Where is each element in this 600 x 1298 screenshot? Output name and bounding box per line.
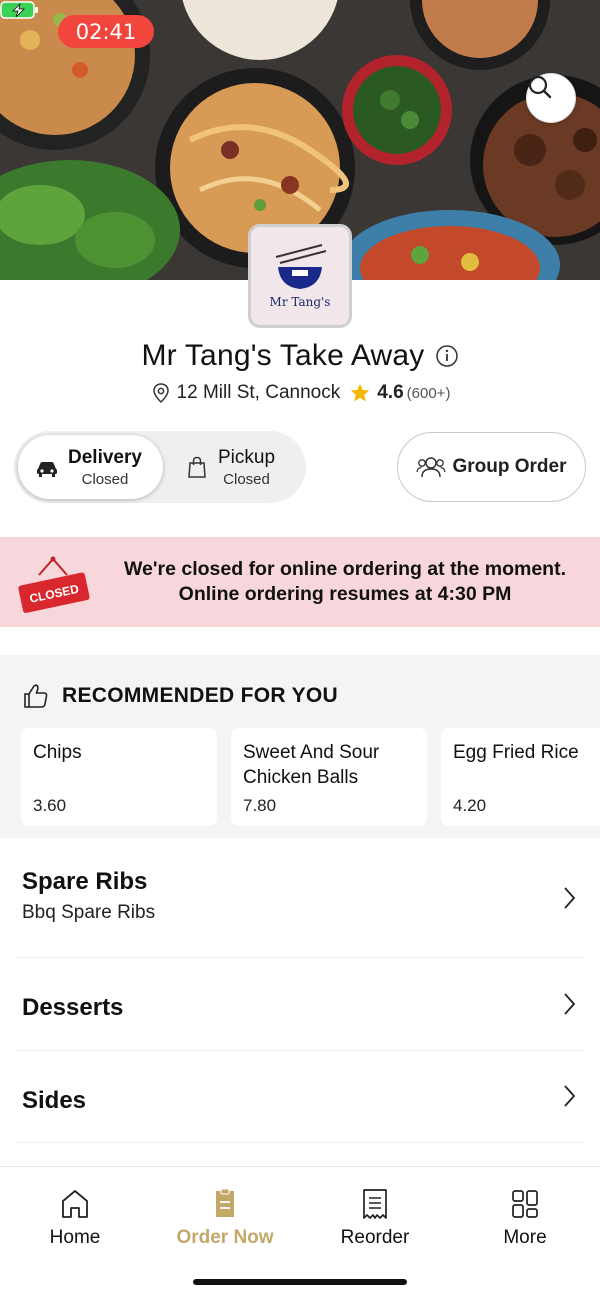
recommended-item-card[interactable]: Chips 3.60 — [21, 728, 217, 826]
star-icon — [351, 383, 370, 402]
nav-more[interactable]: More — [470, 1187, 580, 1249]
status-time: 02:41 — [58, 15, 154, 48]
closed-message-line2: Online ordering resumes at 4:30 PM — [178, 583, 512, 605]
search-button[interactable] — [526, 73, 576, 123]
closed-message-line1: We're closed for online ordering at the … — [123, 558, 566, 580]
category-row-sides[interactable]: Sides — [16, 1051, 584, 1143]
category-row-desserts[interactable]: Desserts — [16, 958, 584, 1051]
recommended-header: RECOMMENDED FOR YOU — [22, 682, 338, 710]
restaurant-address: 12 Mill St, Cannock — [176, 382, 341, 403]
shopping-bag-icon — [188, 456, 206, 478]
category-subtitle: Bbq Spare Ribs — [22, 902, 156, 923]
order-mode-toggle: Delivery Closed Pickup Closed — [14, 431, 306, 503]
home-indicator — [193, 1279, 407, 1285]
delivery-status: Closed — [81, 470, 129, 488]
pickup-option[interactable]: Pickup Closed — [174, 435, 302, 499]
recommended-item-price: 7.80 — [243, 796, 277, 815]
group-order-button[interactable]: Group Order — [397, 432, 586, 502]
info-icon[interactable] — [435, 344, 459, 368]
recommended-item-name: Egg Fried Rice — [453, 742, 579, 763]
recommended-item-name: Chips — [33, 742, 82, 763]
group-order-label: Group Order — [452, 456, 567, 477]
nav-reorder[interactable]: Reorder — [320, 1187, 430, 1249]
grid-icon — [512, 1190, 538, 1218]
restaurant-logo: Mr Tang's — [248, 224, 352, 328]
nav-more-label: More — [503, 1227, 547, 1248]
pickup-status: Closed — [223, 470, 270, 488]
location-pin-icon — [152, 383, 169, 404]
restaurant-title-row: Mr Tang's Take Away — [0, 336, 600, 376]
car-icon — [37, 462, 57, 477]
category-row-spare-ribs[interactable]: Spare Ribs Bbq Spare Ribs — [16, 840, 584, 958]
pickup-label: Pickup — [218, 446, 276, 468]
group-users-icon — [416, 457, 447, 478]
closed-banner: CLOSED We're closed for online ordering … — [0, 537, 600, 627]
restaurant-name: Mr Tang's Take Away — [141, 339, 425, 372]
home-icon — [62, 1190, 88, 1218]
category-name: Spare Ribs — [22, 868, 148, 895]
nav-order-now-label: Order Now — [176, 1227, 274, 1248]
recommended-title: RECOMMENDED FOR YOU — [62, 684, 338, 707]
recommended-section: RECOMMENDED FOR YOU Chips 3.60 Sweet And… — [0, 655, 600, 838]
recommended-item-price: 3.60 — [33, 796, 67, 815]
bowl-chopsticks-icon — [275, 244, 327, 289]
logo-text: Mr Tang's — [269, 295, 331, 309]
search-icon — [528, 75, 552, 99]
delivery-option[interactable]: Delivery Closed — [18, 435, 163, 499]
category-name: Desserts — [22, 994, 124, 1021]
chevron-right-icon — [564, 887, 576, 909]
receipt-icon — [363, 1189, 387, 1219]
rating-value: 4.6 — [377, 382, 404, 403]
nav-home[interactable]: Home — [20, 1187, 130, 1249]
recommended-item-price: 4.20 — [453, 796, 487, 815]
chevron-right-icon — [564, 993, 576, 1015]
nav-home-label: Home — [49, 1227, 101, 1248]
recommended-item-name: Sweet And Sour Chicken Balls — [243, 742, 380, 788]
nav-order-now[interactable]: Order Now — [170, 1187, 280, 1249]
closed-sign-icon: CLOSED — [18, 556, 90, 613]
chevron-right-icon — [564, 1085, 576, 1107]
recommended-item-card[interactable]: Egg Fried Rice 4.20 — [441, 728, 600, 826]
thumbs-up-icon — [24, 684, 48, 708]
nav-reorder-label: Reorder — [340, 1227, 410, 1248]
delivery-label: Delivery — [68, 446, 142, 468]
rating-count: (600+) — [406, 384, 451, 402]
closed-message: We're closed for online ordering at the … — [110, 557, 580, 607]
battery-charging-icon — [0, 1, 38, 19]
restaurant-address-row: 12 Mill St, Cannock 4.6 (600+) — [0, 379, 600, 407]
recommended-item-card[interactable]: Sweet And Sour Chicken Balls 7.80 — [231, 728, 427, 826]
category-name: Sides — [22, 1087, 87, 1114]
order-icon — [216, 1188, 234, 1217]
